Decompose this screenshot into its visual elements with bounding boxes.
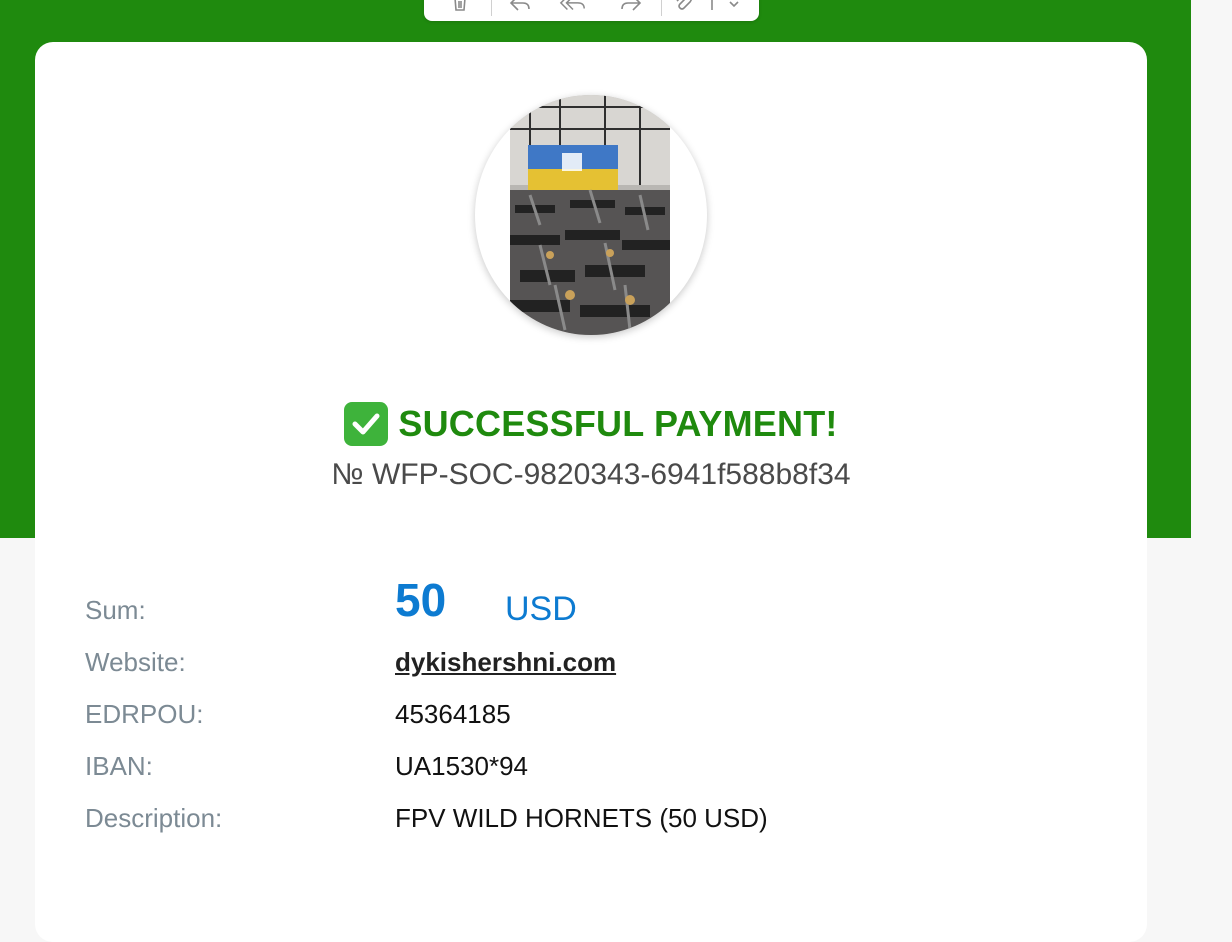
sum-amount: 50: [395, 574, 447, 626]
website-link[interactable]: dykishershni.com: [395, 647, 616, 677]
toolbar-divider: [491, 0, 492, 16]
description-label: Description:: [85, 803, 223, 833]
detail-row-sum: Sum: 50 USD: [85, 574, 1085, 635]
website-value: dykishershni.com: [395, 647, 616, 678]
check-box-icon: [344, 402, 389, 446]
toolbar-divider: [661, 0, 662, 16]
detail-row-website: Website: dykishershni.com: [85, 647, 1085, 687]
edrpou-label: EDRPOU:: [85, 699, 204, 729]
avatar: [475, 95, 707, 335]
more-dropdown-icon[interactable]: [702, 0, 742, 14]
iban-label: IBAN:: [85, 751, 153, 781]
website-label: Website:: [85, 647, 186, 677]
reply-icon[interactable]: [506, 0, 534, 14]
reply-all-icon[interactable]: [559, 0, 587, 14]
forward-icon[interactable]: [617, 0, 645, 14]
payment-card: SUCCESSFUL PAYMENT! № WFP-SOC-9820343-69…: [35, 42, 1147, 942]
description-value: FPV WILD HORNETS (50 USD): [395, 803, 768, 833]
scroll-gutter: [1191, 0, 1232, 896]
attachment-icon[interactable]: [669, 0, 697, 14]
payment-status: SUCCESSFUL PAYMENT!: [35, 402, 1147, 446]
fundraiser-photo: [510, 95, 670, 335]
detail-row-iban: IBAN: UA1530*94: [85, 751, 1085, 791]
edrpou-value: 45364185: [395, 699, 511, 729]
detail-row-description: Description: FPV WILD HORNETS (50 USD): [85, 803, 1085, 843]
sum-currency: USD: [505, 590, 577, 628]
payment-number: № WFP-SOC-9820343-6941f588b8f34: [331, 458, 851, 491]
iban-value: UA1530*94: [395, 751, 528, 781]
trash-icon[interactable]: [446, 0, 474, 14]
detail-row-edrpou: EDRPOU: 45364185: [85, 699, 1085, 739]
status-title: SUCCESSFUL PAYMENT!: [398, 403, 838, 444]
message-toolbar: [424, 0, 759, 21]
sum-label: Sum:: [85, 595, 146, 625]
